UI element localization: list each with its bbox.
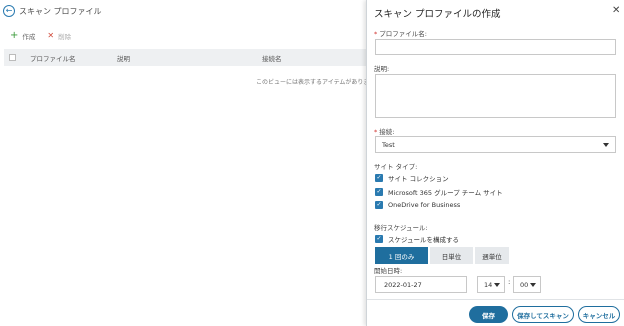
connection-label-text: 接続: <box>379 128 395 136</box>
tab-weekly[interactable]: 週単位 <box>475 247 509 264</box>
start-date-input[interactable]: 2022-01-27 <box>375 276 467 293</box>
close-icon[interactable]: ✕ <box>612 6 620 16</box>
page-header: ← スキャン プロファイル <box>3 4 102 18</box>
hour-value: 14 <box>484 280 493 289</box>
description-textarea[interactable] <box>375 74 616 118</box>
tab-once[interactable]: 1 回のみ <box>375 247 428 264</box>
column-header-description[interactable]: 説明 <box>117 53 130 63</box>
cancel-button[interactable]: キャンセル <box>578 306 620 323</box>
connection-select[interactable]: Test <box>375 136 616 153</box>
checkbox-label: Microsoft 365 グループ チーム サイト <box>388 189 503 197</box>
x-icon: ✕ <box>47 31 55 40</box>
description-label: 説明: <box>374 65 390 73</box>
select-all-checkbox[interactable] <box>9 54 16 61</box>
save-and-scan-button[interactable]: 保存してスキャン <box>512 306 574 323</box>
time-separator: : <box>508 278 511 286</box>
profile-name-label: * プロファイル名: <box>374 28 427 38</box>
onedrive-checkbox[interactable]: ✓ OneDrive for Business <box>375 201 460 209</box>
connection-selected-value: Test <box>382 140 395 149</box>
create-button[interactable]: + 作成 <box>10 30 36 42</box>
delete-button[interactable]: ✕ 削除 <box>47 31 72 42</box>
toolbar: + 作成 ✕ 削除 <box>10 30 83 42</box>
checkbox-label: OneDrive for Business <box>388 201 461 209</box>
checkbox-label: サイト コレクション <box>388 175 449 183</box>
connection-label: * 接続: <box>374 126 394 136</box>
configure-schedule-checkbox[interactable]: ✓ スケジュールを構成する <box>375 234 459 244</box>
site-type-label: サイト タイプ: <box>374 163 418 171</box>
delete-label: 削除 <box>58 33 72 41</box>
checkmark-icon: ✓ <box>375 201 383 209</box>
checkmark-icon: ✓ <box>375 188 383 196</box>
required-marker: * <box>374 30 378 38</box>
panel-title: スキャン プロファイルの作成 <box>374 9 501 20</box>
profile-name-input[interactable] <box>375 39 616 55</box>
migration-schedule-label: 移行スケジュール: <box>374 224 428 232</box>
checkmark-icon: ✓ <box>375 174 383 182</box>
create-scan-profile-panel: スキャン プロファイルの作成 ✕ * プロファイル名: 説明: * 接続: Test… <box>366 0 624 326</box>
column-header-connection[interactable]: 接続名 <box>262 53 282 63</box>
plus-icon: + <box>10 30 19 41</box>
chevron-down-icon <box>494 282 500 287</box>
create-label: 作成 <box>22 33 36 41</box>
save-button[interactable]: 保存 <box>469 306 508 323</box>
chevron-down-icon <box>530 282 536 287</box>
minute-value: 00 <box>520 280 529 289</box>
start-date-value: 2022-01-27 <box>384 280 422 289</box>
minute-select[interactable]: 00 <box>513 276 541 293</box>
empty-message: このビューには表示するアイテムがありません <box>256 79 382 86</box>
checkbox-label: スケジュールを構成する <box>388 236 460 244</box>
back-arrow-icon[interactable]: ← <box>3 5 15 17</box>
hour-select[interactable]: 14 <box>477 276 505 293</box>
profile-name-label-text: プロファイル名: <box>379 30 427 38</box>
chevron-down-icon <box>603 142 609 147</box>
column-header-name[interactable]: プロファイル名 <box>30 53 76 63</box>
required-marker: * <box>374 128 378 136</box>
checkmark-icon: ✓ <box>375 235 383 243</box>
m365-group-team-site-checkbox[interactable]: ✓ Microsoft 365 グループ チーム サイト <box>375 187 503 197</box>
site-collection-checkbox[interactable]: ✓ サイト コレクション <box>375 173 449 183</box>
panel-footer: 保存 保存してスキャン キャンセル <box>367 299 624 326</box>
table-header: プロファイル名 説明 接続名 <box>4 49 370 66</box>
start-time-label: 開始日時: <box>374 267 403 275</box>
page-title: スキャン プロファイル <box>19 6 102 16</box>
tab-daily[interactable]: 日単位 <box>430 247 473 264</box>
